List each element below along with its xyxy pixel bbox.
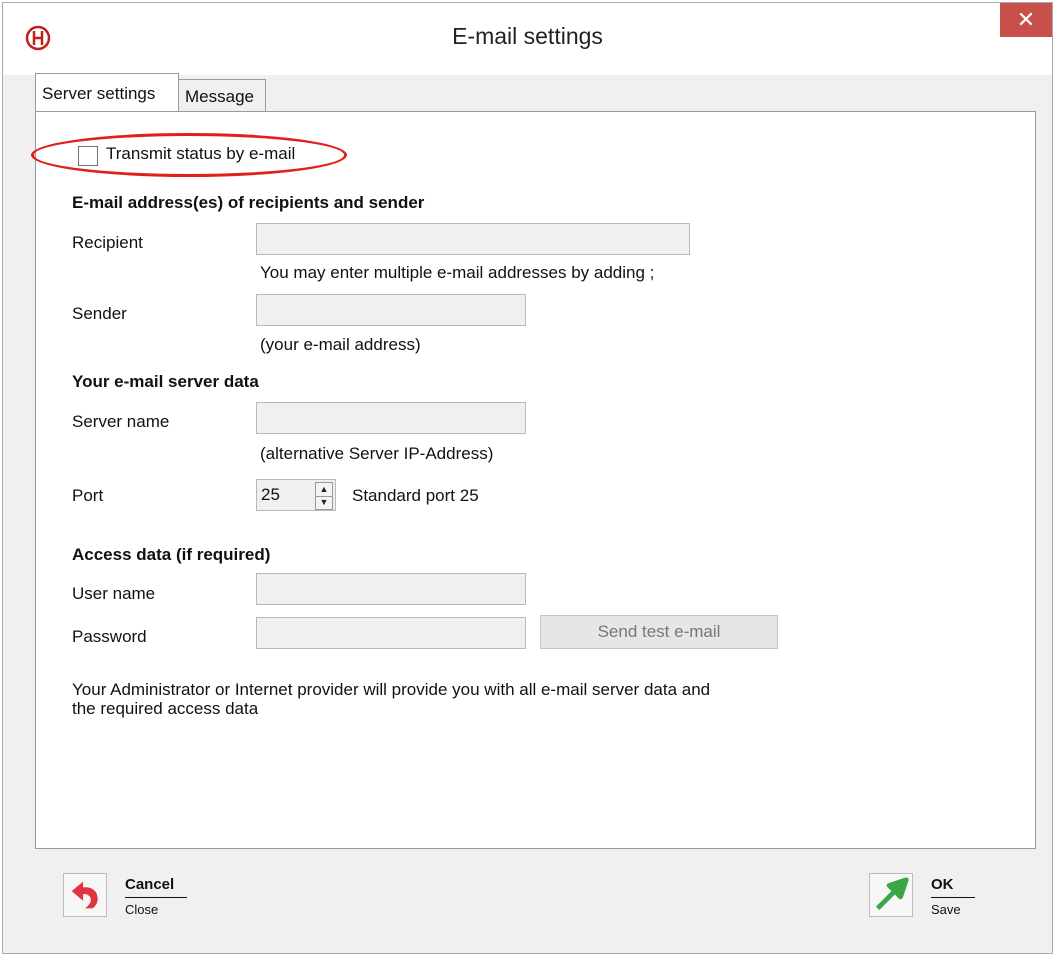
ok-button[interactable]: OK Save bbox=[869, 873, 989, 933]
tab-message[interactable]: Message bbox=[178, 79, 266, 112]
recipient-label: Recipient bbox=[72, 233, 143, 252]
title-bar: E-mail settings ✕ bbox=[3, 3, 1052, 75]
tab-server-settings[interactable]: Server settings bbox=[35, 73, 179, 111]
spin-up-icon[interactable]: ▲ bbox=[316, 483, 332, 497]
cancel-sub: Close bbox=[125, 902, 159, 917]
sender-input[interactable] bbox=[256, 294, 526, 326]
server-name-hint: (alternative Server IP-Address) bbox=[260, 444, 494, 463]
provider-note-line2: the required access data bbox=[72, 699, 259, 718]
close-icon: ✕ bbox=[1016, 7, 1036, 32]
cancel-divider bbox=[125, 897, 187, 898]
user-name-label: User name bbox=[72, 584, 156, 603]
port-spin-buttons: ▲ ▼ bbox=[315, 482, 333, 510]
port-hint: Standard port 25 bbox=[352, 486, 479, 505]
port-stepper[interactable]: 25 ▲ ▼ bbox=[256, 479, 336, 511]
addresses-heading: E-mail address(es) of recipients and sen… bbox=[72, 193, 425, 212]
server-settings-panel: Transmit status by e-mail E-mail address… bbox=[35, 111, 1036, 849]
recipient-hint: You may enter multiple e-mail addresses … bbox=[260, 263, 655, 282]
server-name-input[interactable] bbox=[256, 402, 526, 434]
password-label: Password bbox=[72, 627, 147, 646]
user-name-input[interactable] bbox=[256, 573, 526, 605]
undo-arrow-icon bbox=[63, 873, 107, 917]
server-data-heading: Your e-mail server data bbox=[72, 372, 259, 391]
password-input[interactable] bbox=[256, 617, 526, 649]
send-test-email-button[interactable]: Send test e-mail bbox=[540, 615, 778, 649]
spin-down-icon[interactable]: ▼ bbox=[316, 496, 332, 509]
sender-hint: (your e-mail address) bbox=[260, 335, 421, 354]
port-label: Port bbox=[72, 486, 104, 505]
transmit-status-checkbox[interactable] bbox=[78, 146, 98, 166]
cancel-label: Cancel bbox=[125, 876, 175, 893]
port-value[interactable]: 25 bbox=[261, 485, 280, 505]
sender-label: Sender bbox=[72, 304, 127, 323]
access-data-heading: Access data (if required) bbox=[72, 545, 271, 564]
ok-divider bbox=[931, 897, 975, 898]
window-title: E-mail settings bbox=[452, 23, 603, 49]
recipient-input[interactable] bbox=[256, 223, 690, 255]
arrow-up-right-icon bbox=[869, 873, 913, 917]
cancel-button[interactable]: Cancel Close bbox=[63, 873, 203, 933]
email-settings-window: E-mail settings ✕ Server settings Messag… bbox=[2, 2, 1053, 954]
provider-note-line1: Your Administrator or Internet provider … bbox=[72, 680, 711, 699]
transmit-status-label[interactable]: Transmit status by e-mail bbox=[106, 144, 295, 164]
ok-label: OK bbox=[931, 876, 954, 893]
close-button[interactable]: ✕ bbox=[1000, 3, 1052, 37]
ok-sub: Save bbox=[931, 902, 961, 917]
server-name-label: Server name bbox=[72, 412, 170, 431]
